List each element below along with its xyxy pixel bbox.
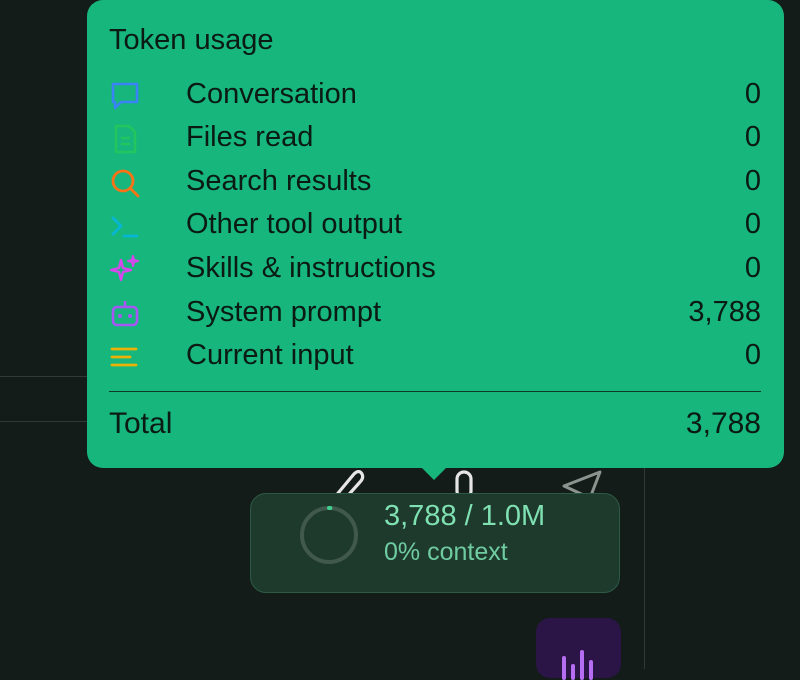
- voice-mode-button[interactable]: [536, 618, 621, 680]
- file-icon: [109, 123, 141, 155]
- usage-row-value: 3,788: [688, 296, 761, 328]
- usage-row-conversation: Conversation 0: [109, 76, 761, 116]
- usage-context-percent: 0% context: [384, 538, 508, 566]
- tooltip-divider: [109, 391, 761, 392]
- usage-row-files-read: Files read 0: [109, 119, 761, 159]
- robot-icon: [109, 298, 141, 330]
- usage-row-label: System prompt: [186, 296, 381, 328]
- usage-row-value: 0: [744, 252, 761, 284]
- usage-row-value: 0: [744, 339, 761, 371]
- audio-bars-icon: [562, 650, 593, 680]
- context-ring-icon: [300, 506, 358, 564]
- lines-icon: [109, 341, 141, 373]
- usage-row-label: Skills & instructions: [186, 252, 436, 284]
- usage-row-value: 0: [744, 121, 761, 153]
- usage-row-other-tool-output: Other tool output 0: [109, 206, 761, 246]
- usage-count: 3,788 / 1.0M: [384, 500, 546, 532]
- usage-row-label: Current input: [186, 339, 354, 371]
- tooltip-title: Token usage: [109, 24, 274, 56]
- usage-row-search-results: Search results 0: [109, 163, 761, 203]
- panel-border-bottom: [0, 421, 87, 422]
- usage-row-label: Search results: [186, 165, 372, 197]
- tooltip-arrow: [420, 466, 448, 480]
- usage-row-value: 0: [744, 78, 761, 110]
- panel-border-top: [0, 376, 87, 377]
- usage-row-value: 0: [744, 165, 761, 197]
- usage-row-label: Files read: [186, 121, 314, 153]
- usage-row-current-input: Current input 0: [109, 337, 761, 377]
- token-usage-tooltip: Token usage Conversation 0 Files read 0 …: [87, 0, 784, 468]
- usage-row-system-prompt: System prompt 3,788: [109, 294, 761, 334]
- terminal-icon: [109, 210, 141, 242]
- usage-row-label: Other tool output: [186, 208, 403, 240]
- sparkle-icon: [109, 254, 141, 286]
- panel-divider: [644, 468, 645, 669]
- usage-row-value: 0: [744, 208, 761, 240]
- usage-row-label: Conversation: [186, 78, 357, 110]
- total-label: Total: [109, 407, 173, 440]
- usage-row-skills-instructions: Skills & instructions 0: [109, 250, 761, 290]
- total-value: 3,788: [685, 407, 761, 440]
- chat-bubble-icon: [109, 80, 141, 112]
- token-usage-indicator[interactable]: 3,788 / 1.0M 0% context: [250, 493, 620, 593]
- search-icon: [109, 167, 141, 199]
